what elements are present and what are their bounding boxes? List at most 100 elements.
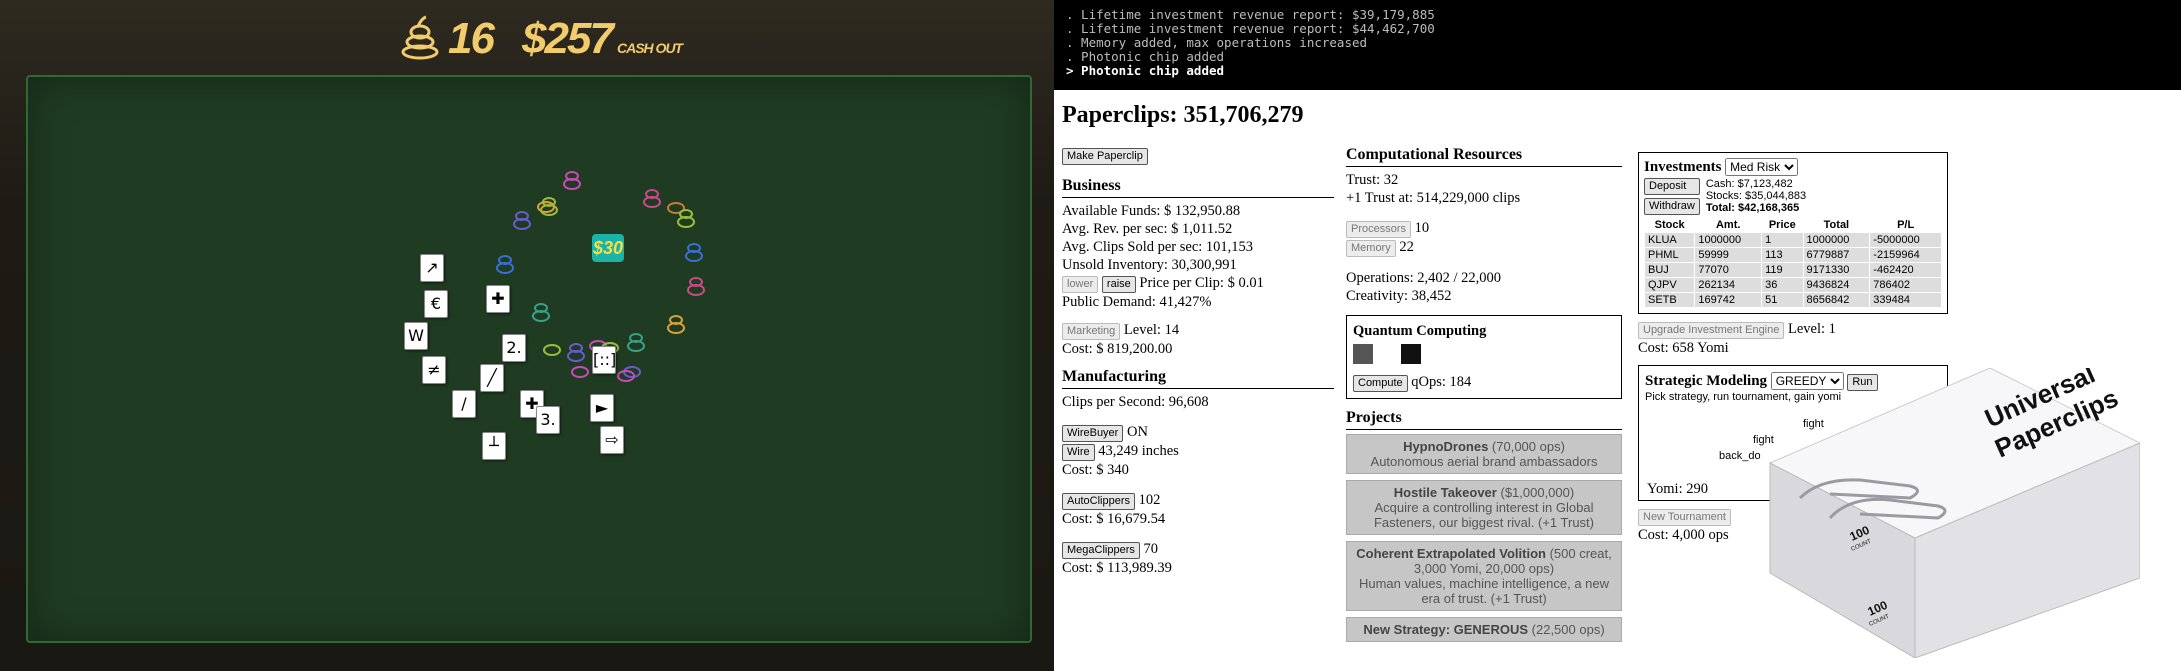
wirebuyer-state: ON — [1126, 424, 1148, 440]
console-log: . Lifetime investment revenue report: $3… — [1054, 0, 2181, 90]
play-card[interactable]: 3. — [536, 406, 560, 434]
buy-wire-button[interactable]: Wire — [1062, 444, 1095, 461]
lower-price-button[interactable]: lower — [1062, 276, 1099, 293]
price-per-clip: Price per Clip: $ 0.01 — [1139, 275, 1264, 291]
wire-amount: 43,249 inches — [1098, 443, 1179, 459]
available-funds: Available Funds: $ 132,950.88 — [1062, 203, 1241, 219]
raise-price-button[interactable]: raise — [1101, 276, 1136, 293]
autoclippers-button[interactable]: AutoClippers — [1062, 493, 1135, 510]
blob-icon — [627, 333, 645, 352]
blob-icon — [537, 201, 555, 213]
blob-icon — [563, 171, 581, 190]
marketing-level: Level: 14 — [1123, 322, 1180, 338]
project-card[interactable]: Coherent Extrapolated Volition (500 crea… — [1346, 541, 1622, 611]
blob-icon — [496, 255, 514, 274]
memory-button[interactable]: Memory — [1346, 240, 1396, 257]
qchip — [1401, 344, 1421, 364]
inv-stocks: Stocks: $35,044,883 — [1705, 190, 1807, 202]
wire-cost: Cost: $ 340 — [1062, 462, 1129, 478]
play-card[interactable]: ✚ — [486, 285, 510, 313]
bet-chip[interactable]: $30 — [592, 234, 624, 262]
stocks-table: Stock Amt. Price Total P/L KLUA 1000000 1 10000… — [1643, 218, 1942, 308]
console-line: . Photonic chip added — [1066, 49, 1225, 64]
paperclip-count: Paperclips: 351,706,279 — [1062, 102, 1304, 128]
autoclippers-cost: Cost: $ 16,679.54 — [1062, 511, 1166, 527]
project-card[interactable]: Hostile Takeover ($1,000,000) Acquire a c… — [1346, 480, 1622, 535]
play-card[interactable]: W — [404, 322, 428, 350]
play-card[interactable]: ► — [590, 394, 614, 422]
unsold-inventory: Unsold Inventory: 30,300,991 — [1062, 257, 1237, 273]
inv-cash: Cash: $7,123,482 — [1705, 178, 1793, 190]
play-card[interactable]: 2. — [502, 334, 526, 362]
play-card[interactable]: ┴ — [482, 432, 506, 460]
megaclippers-cost: Cost: $ 113,989.39 — [1062, 560, 1172, 576]
play-card[interactable]: ≠ — [422, 356, 446, 384]
risk-select[interactable]: Med Risk — [1725, 158, 1799, 176]
table-row: PHML 59999 113 6779887 -2159964 — [1643, 247, 1942, 263]
investments-heading: Investments — [1644, 159, 1722, 175]
megaclippers-button[interactable]: MegaClippers — [1062, 542, 1140, 559]
withdraw-button[interactable]: Withdraw — [1644, 198, 1700, 215]
blob-icon — [677, 209, 695, 228]
investments-box: Investments Med Risk Deposit Withdraw Cas… — [1638, 152, 1948, 314]
console-current-line: > Photonic chip added — [1066, 63, 1225, 78]
play-card[interactable]: [::] — [592, 346, 616, 374]
blob-icon — [685, 243, 703, 262]
blob-icon — [687, 277, 705, 296]
creativity: Creativity: 38,452 — [1346, 288, 1452, 304]
grid-label: back_do — [1719, 450, 1761, 462]
play-card[interactable]: ╱ — [480, 364, 504, 392]
processors-button[interactable]: Processors — [1346, 221, 1412, 238]
console-line: . Memory added, max operations increased — [1066, 35, 1368, 50]
play-card[interactable]: / — [452, 390, 476, 418]
console-line: . Lifetime investment revenue report: $3… — [1066, 7, 1435, 22]
investment-level: Level: 1 — [1788, 321, 1836, 337]
qops: qOps: 184 — [1411, 374, 1472, 390]
blob-icon — [543, 344, 561, 356]
avg-clips-sold: Avg. Clips Sold per sec: 101,153 — [1062, 239, 1254, 255]
autoclippers-count: 102 — [1138, 492, 1161, 508]
public-demand: Public Demand: 41,427% — [1062, 294, 1212, 310]
blob-icon — [667, 315, 685, 334]
play-card[interactable]: € — [424, 290, 448, 318]
wirebuyer-button[interactable]: WireBuyer — [1062, 425, 1124, 442]
project-card[interactable]: New Strategy: GENEROUS (22,500 ops) — [1346, 617, 1622, 642]
marketing-cost: Cost: $ 819,200.00 — [1062, 341, 1173, 357]
blob-swirl — [496, 171, 705, 382]
blob-icon — [532, 303, 550, 322]
deposit-button[interactable]: Deposit — [1644, 178, 1700, 195]
table-row: SETB 169742 51 8656842 339484 — [1643, 292, 1942, 308]
make-paperclip-button[interactable]: Make Paperclip — [1062, 148, 1148, 165]
investment-upgrade-cost: Cost: 658 Yomi — [1638, 340, 1729, 356]
strategic-heading: Strategic Modeling — [1645, 373, 1768, 389]
operations: Operations: 2,402 / 22,000 — [1346, 270, 1502, 286]
table-row: QJPV 262134 36 9436824 786402 — [1643, 277, 1942, 293]
blob-icon — [643, 189, 661, 208]
compute-button[interactable]: Compute — [1353, 375, 1408, 392]
avg-revenue: Avg. Rev. per sec: $ 1,011.52 — [1062, 221, 1233, 237]
megaclippers-count: 70 — [1143, 541, 1159, 557]
play-card[interactable]: ↗ — [420, 254, 444, 282]
projects-heading: Projects — [1346, 409, 1622, 430]
column-business: Make Paperclip Business Available Funds:… — [1062, 146, 1334, 577]
yomi: Yomi: 290 — [1647, 481, 1708, 497]
business-heading: Business — [1062, 177, 1334, 198]
upgrade-investment-button[interactable]: Upgrade Investment Engine — [1638, 322, 1785, 339]
manufacturing-heading: Manufacturing — [1062, 368, 1334, 389]
computational-heading: Computational Resources — [1346, 146, 1622, 167]
clips-per-second: Clips per Second: 96,608 — [1062, 394, 1209, 410]
memory-count: 22 — [1399, 239, 1414, 255]
quantum-box: Quantum Computing Compute qOps: 184 — [1346, 315, 1622, 399]
table-header: Stock Amt. Price Total P/L — [1654, 219, 1915, 231]
quantum-heading: Quantum Computing — [1353, 323, 1487, 339]
project-card[interactable]: HypnoDrones (70,000 ops) Autonomous aeria… — [1346, 434, 1622, 474]
table-row: KLUA 1000000 1 1000000 -5000000 — [1643, 232, 1942, 248]
table-row: BUJ 77070 119 9171330 -462420 — [1643, 262, 1942, 278]
marketing-button[interactable]: Marketing — [1062, 323, 1121, 340]
new-tournament-button[interactable]: New Tournament — [1638, 509, 1731, 526]
blob-icon — [513, 211, 531, 230]
blob-icon — [571, 366, 589, 378]
play-card[interactable]: ⇨ — [600, 426, 624, 454]
qchip — [1353, 344, 1373, 364]
inv-total: Total: $42,168,365 — [1705, 202, 1800, 214]
